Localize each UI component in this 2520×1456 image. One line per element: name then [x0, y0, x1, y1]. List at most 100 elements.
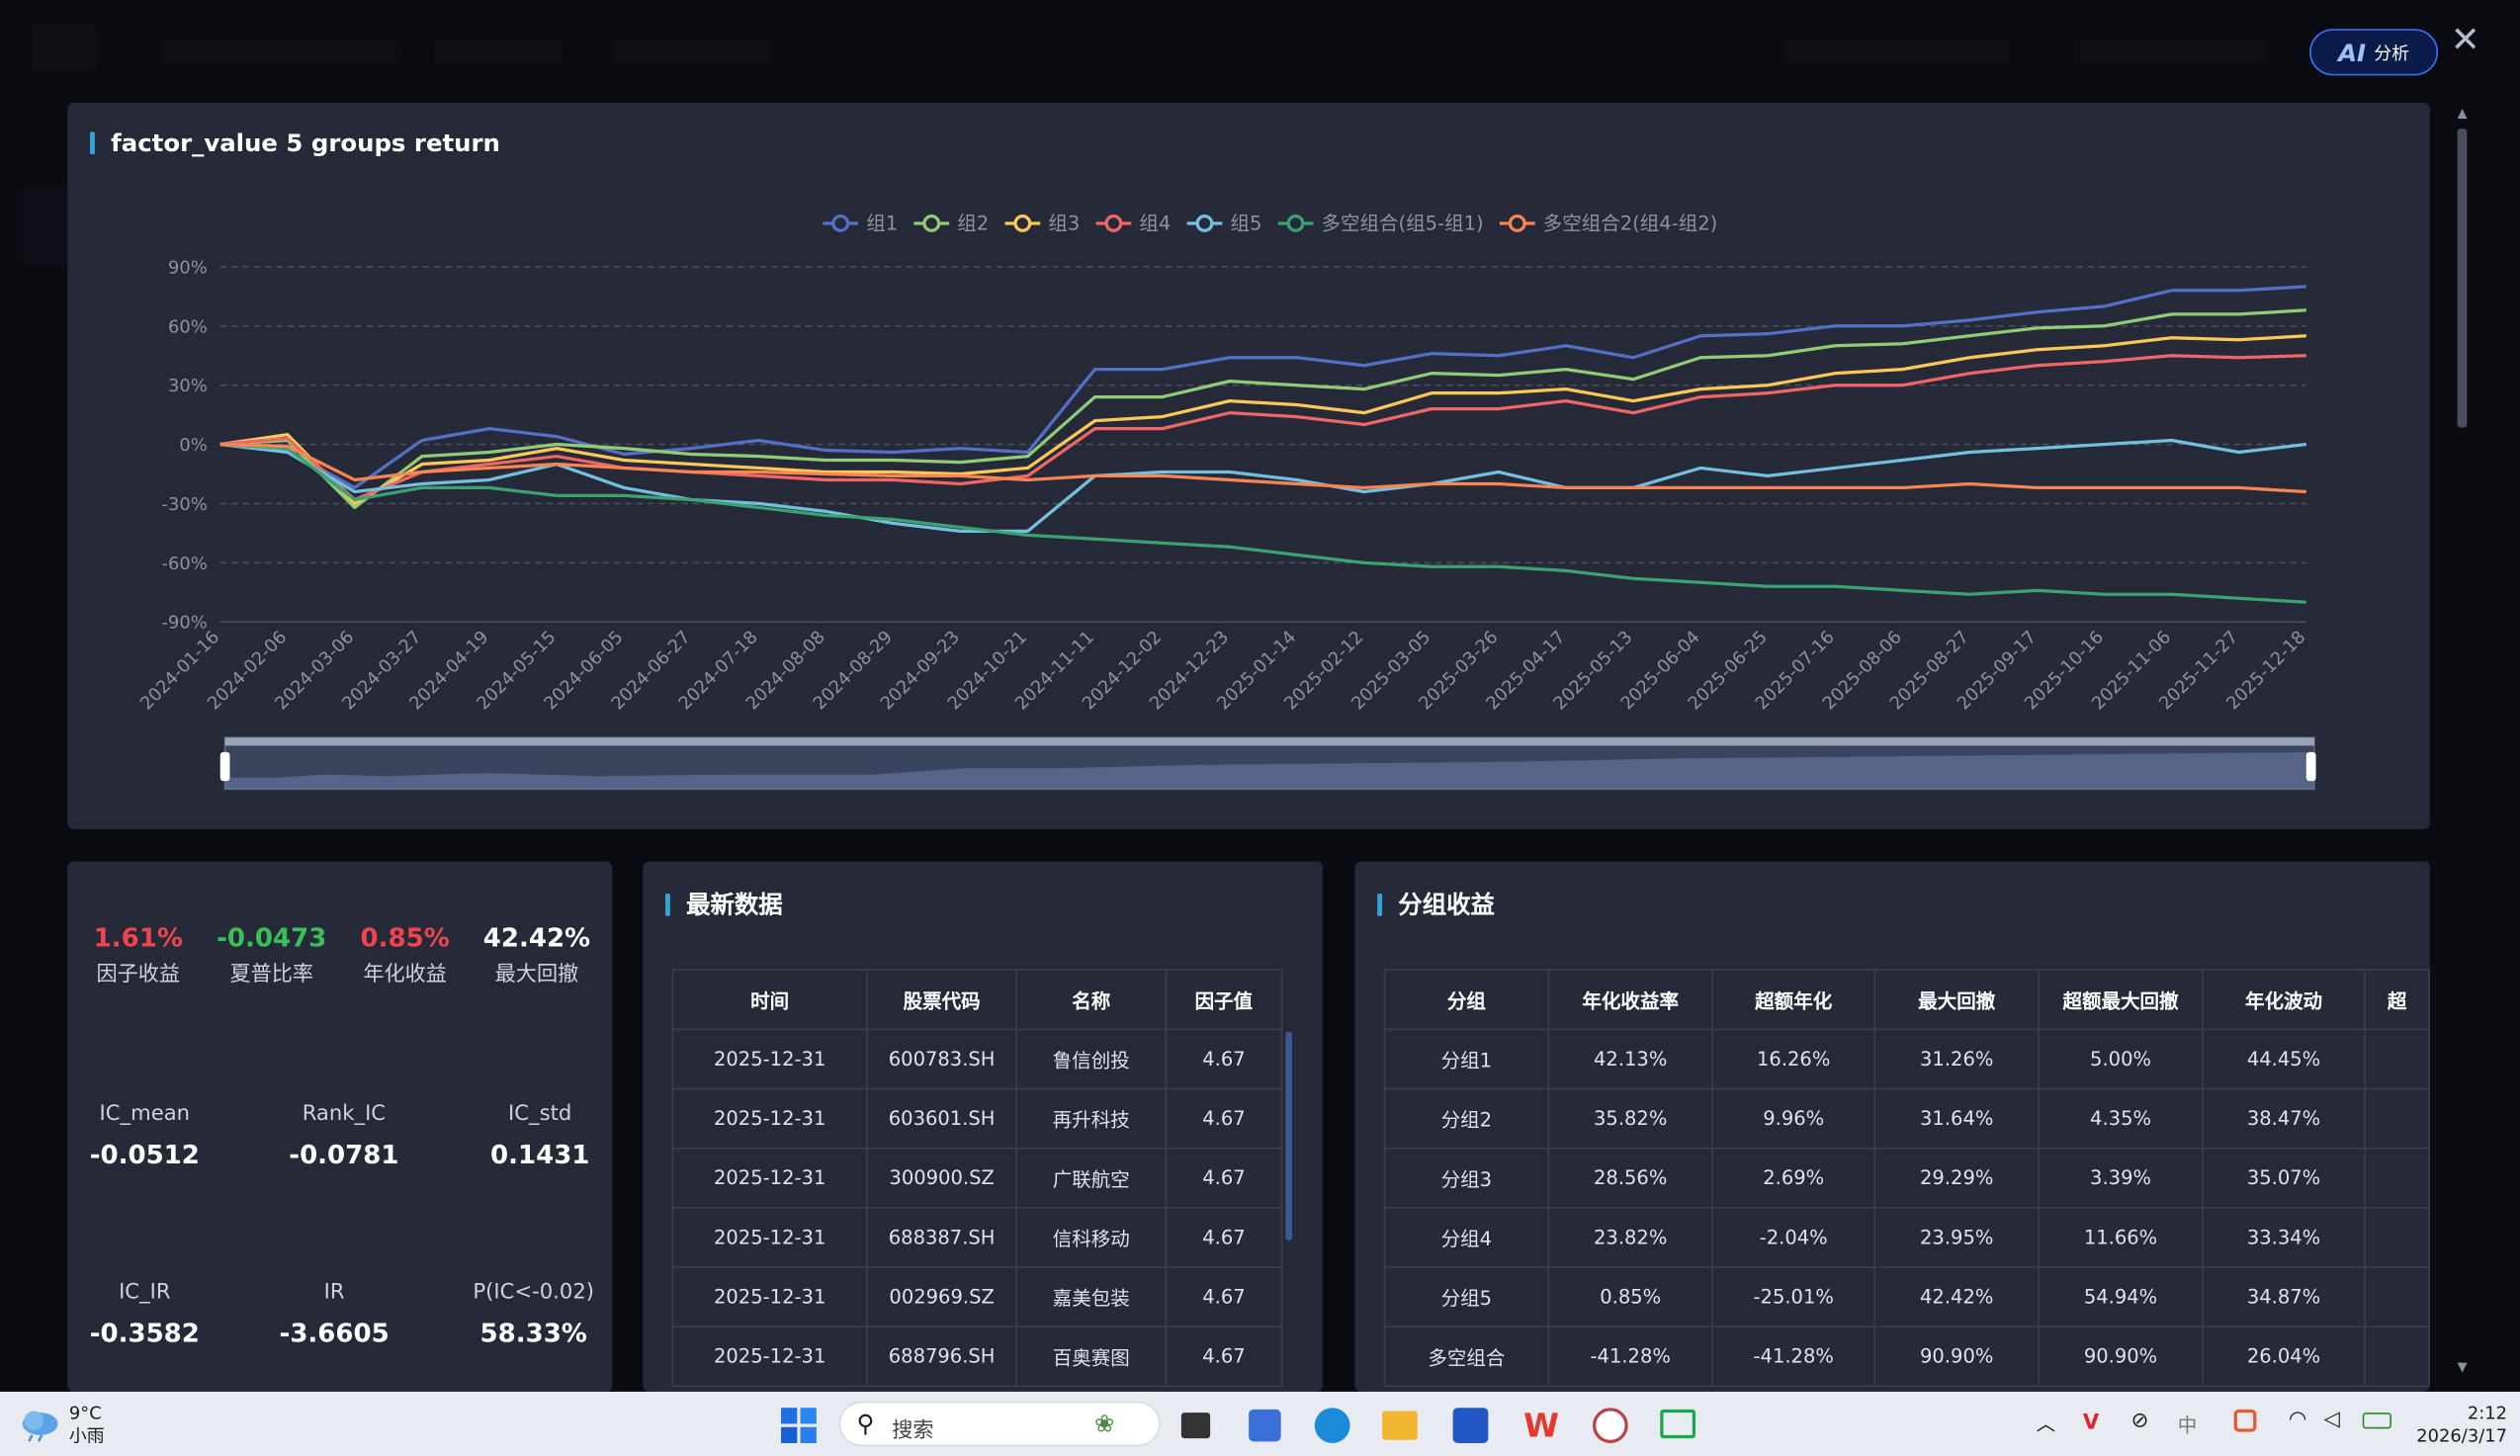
column-header[interactable]: 年化收益率	[1547, 969, 1713, 1031]
table-header-row: 分组 年化收益率 超额年化 最大回撤 超额最大回撤 年化波动超	[1383, 969, 2430, 1031]
column-header[interactable]: 超	[2364, 969, 2430, 1031]
bg-nav	[433, 39, 563, 65]
table-cell: 54.94%	[2038, 1266, 2204, 1328]
store-icon[interactable]	[1249, 1409, 1281, 1442]
column-header[interactable]: 股票代码	[866, 969, 1018, 1031]
tray-cloud-icon[interactable]: ⊘	[2131, 1410, 2149, 1433]
edge-icon[interactable]	[1314, 1408, 1350, 1443]
table-cell: -41.28%	[1711, 1326, 1876, 1388]
legend-item[interactable]: 多空组合2(组4-组2)	[1499, 212, 1717, 234]
table-row[interactable]: 2025-12-31 603601.SH 再升科技 4.67	[671, 1087, 1283, 1150]
column-header[interactable]: 超额年化	[1711, 969, 1876, 1031]
table-cell: -25.01%	[1711, 1266, 1876, 1328]
weather-icon[interactable]	[20, 1407, 61, 1442]
table-row[interactable]: 2025-12-31 002969.SZ 嘉美包装 4.67	[671, 1266, 1283, 1328]
table-cell: 广联航空	[1015, 1147, 1168, 1209]
table-cell: 5.00%	[2038, 1028, 2204, 1090]
column-header[interactable]: 超额最大回撤	[2038, 969, 2204, 1031]
legend-item[interactable]: 组3	[1004, 212, 1080, 234]
table-cell: 4.35%	[2038, 1087, 2204, 1150]
zoom-handle-right[interactable]	[2305, 751, 2316, 782]
explorer-icon[interactable]	[1382, 1411, 1418, 1440]
scroll-down-icon[interactable]: ▼	[2458, 1359, 2468, 1374]
tray-app2-icon[interactable]	[2233, 1409, 2257, 1432]
volume-icon[interactable]: ◁	[2324, 1408, 2340, 1431]
metric-ir: IR -3.6605	[270, 1281, 398, 1348]
table-cell: 26.04%	[2202, 1326, 2366, 1388]
table-cell: 600783.SH	[866, 1028, 1018, 1090]
table-cell: 688796.SH	[866, 1326, 1018, 1388]
ai-button-label: 分析	[2374, 43, 2409, 64]
battery-icon[interactable]	[2362, 1413, 2391, 1429]
latest-title-text: 最新数据	[686, 890, 783, 919]
scroll-up-icon[interactable]: ▲	[2458, 106, 2468, 121]
table-cell: 11.66%	[2038, 1206, 2204, 1268]
page-scroll-thumb[interactable]	[2457, 128, 2468, 428]
table-row[interactable]: 分组2 35.82% 9.96% 31.64% 4.35% 38.47%	[1383, 1087, 2430, 1150]
table-cell: 42.13%	[1547, 1028, 1713, 1090]
table-cell	[2364, 1087, 2430, 1150]
metric-value: 58.33%	[479, 1318, 587, 1349]
clock[interactable]: 2:12 2026/3/17	[2410, 1403, 2507, 1448]
table-row[interactable]: 2025-12-31 688796.SH 百奥赛图 4.67	[671, 1326, 1283, 1388]
column-header[interactable]: 最大回撤	[1873, 969, 2040, 1031]
page-scrollbar[interactable]: ▲ ▼	[2453, 103, 2473, 1382]
taskbar-search[interactable]: ⚲ 搜索 ❀	[838, 1401, 1161, 1447]
table-cell: 4.67	[1165, 1326, 1283, 1388]
app-window: AI 分析 ✕ factor_value 5 groups return 组1 组…	[0, 0, 2520, 1456]
tray-app-icon[interactable]: V	[2083, 1411, 2099, 1434]
app-icon[interactable]	[1452, 1408, 1489, 1443]
table-row[interactable]: 多空组合 -41.28% -41.28% 90.90% 90.90% 26.04%	[1383, 1326, 2430, 1388]
bg-nav	[1783, 39, 2010, 65]
task-view-icon[interactable]	[1180, 1413, 1211, 1439]
table-row[interactable]: 2025-12-31 688387.SH 信科移动 4.67	[671, 1206, 1283, 1268]
metric-value: 42.42%	[482, 922, 591, 954]
zoom-handle-left[interactable]	[219, 751, 230, 782]
ime-indicator[interactable]: 中	[2178, 1411, 2198, 1438]
wps-icon[interactable]: W	[1523, 1407, 1559, 1445]
table-row[interactable]: 分组4 23.82% -2.04% 23.95% 11.66% 33.34%	[1383, 1206, 2430, 1268]
close-icon[interactable]: ✕	[2449, 22, 2481, 61]
weather-widget[interactable]: 9°C 小雨	[69, 1403, 105, 1448]
wifi-icon[interactable]: ◠	[2289, 1408, 2306, 1431]
bg-logo	[32, 24, 97, 73]
metric-label: IR	[323, 1280, 345, 1306]
table-cell: 2.69%	[1711, 1147, 1876, 1209]
table-row[interactable]: 分组3 28.56% 2.69% 29.29% 3.39% 35.07%	[1383, 1147, 2430, 1209]
legend-item[interactable]: 组1	[823, 212, 898, 234]
metric-value: -0.3582	[89, 1318, 200, 1349]
chart-panel: factor_value 5 groups return 组1 组2 组3 组4 组5 多…	[67, 103, 2430, 829]
table-row[interactable]: 2025-12-31 600783.SH 鲁信创投 4.67	[671, 1028, 1283, 1090]
legend-swatch-dot	[1013, 214, 1032, 232]
legend-item[interactable]: 多空组合(组5-组1)	[1277, 212, 1484, 234]
legend-item[interactable]: 组4	[1095, 212, 1172, 234]
tray-expand-icon[interactable]: ︿	[2037, 1410, 2056, 1437]
browser-icon[interactable]	[1593, 1408, 1628, 1443]
column-header[interactable]: 因子值	[1165, 969, 1283, 1031]
y-tick-label: -60%	[162, 554, 208, 574]
table-cell: 2025-12-31	[671, 1147, 868, 1209]
column-header[interactable]: 时间	[671, 969, 868, 1031]
table-cell: 3.39%	[2038, 1147, 2204, 1209]
table-row[interactable]: 分组1 42.13% 16.26% 31.26% 5.00% 44.45%	[1383, 1028, 2430, 1090]
legend-item[interactable]: 组5	[1186, 212, 1262, 234]
column-header[interactable]: 分组	[1383, 969, 1550, 1031]
y-tick-label: 0%	[179, 435, 207, 456]
ai-analysis-button[interactable]: AI 分析	[2309, 29, 2439, 76]
table-row[interactable]: 分组5 0.85% -25.01% 42.42% 54.94% 34.87%	[1383, 1266, 2430, 1328]
metric-label: IC_mean	[99, 1102, 191, 1127]
chat-icon[interactable]	[1660, 1409, 1696, 1439]
column-header[interactable]: 年化波动	[2202, 969, 2366, 1031]
table-cell: 28.56%	[1547, 1147, 1713, 1209]
start-icon[interactable]	[779, 1407, 818, 1445]
latest-scroll-thumb[interactable]	[1285, 1031, 1293, 1242]
metric-label: 夏普比率	[229, 962, 313, 987]
table-cell: 2025-12-31	[671, 1087, 868, 1150]
table-cell: 2025-12-31	[671, 1266, 868, 1328]
table-row[interactable]: 2025-12-31 300900.SZ 广联航空 4.67	[671, 1147, 1283, 1209]
table-cell	[2364, 1028, 2430, 1090]
table-cell: 嘉美包装	[1015, 1266, 1168, 1328]
legend-item[interactable]: 组2	[913, 212, 989, 234]
clock-date: 2026/3/17	[2416, 1425, 2507, 1447]
column-header[interactable]: 名称	[1015, 969, 1168, 1031]
